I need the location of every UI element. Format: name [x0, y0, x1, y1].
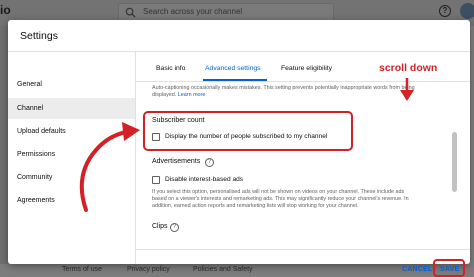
- annotation-overlay: [79, 78, 414, 212]
- arrow-down-icon: [400, 78, 414, 101]
- curved-arrow-icon: [79, 122, 140, 212]
